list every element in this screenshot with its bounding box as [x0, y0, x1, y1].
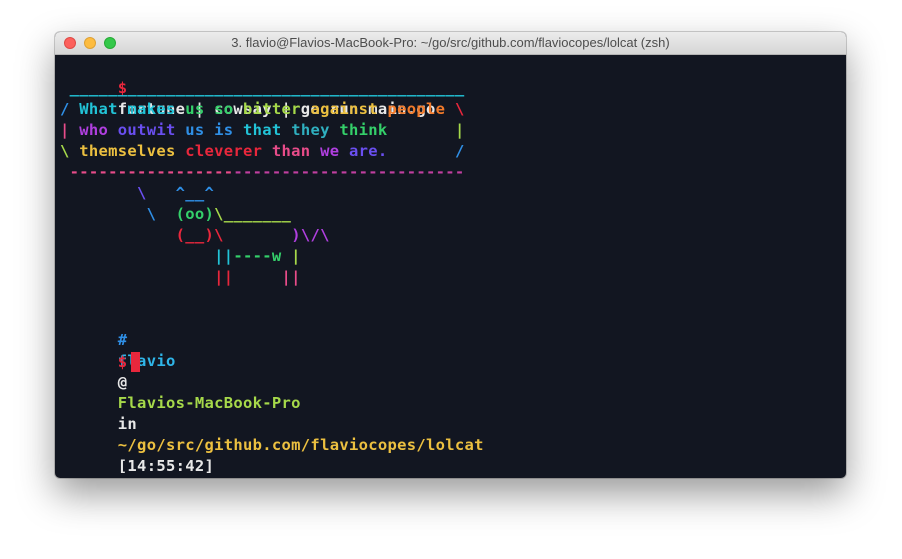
- output-segment: bitter: [243, 100, 311, 118]
- output-segment: that: [243, 121, 292, 139]
- output-segment: outwit: [117, 121, 186, 139]
- terminal-window: 3. flavio@Flavios-MacBook-Pro: ~/go/src/…: [55, 32, 846, 478]
- output-segment: /: [387, 142, 465, 160]
- prompt-host: Flavios-MacBook-Pro: [117, 394, 301, 412]
- prompt-in: in: [117, 415, 138, 433]
- output-segment: \: [60, 205, 176, 223]
- output-segment: (oo): [175, 205, 215, 223]
- terminal-content[interactable]: $ fortune | cowsay | go run main.go ____…: [55, 55, 846, 478]
- output-segment: [60, 79, 70, 97]
- output-segment: cleverer: [185, 142, 272, 160]
- output-segment: ________________________________________…: [69, 79, 465, 97]
- output-segment: than: [271, 142, 321, 160]
- output-segment: themselves: [79, 142, 186, 160]
- output-segment: ------------------------: [233, 163, 465, 181]
- output-segment: [60, 268, 214, 286]
- output-segment: us so: [185, 100, 244, 118]
- output-line: (__)\ )\/\: [60, 225, 330, 246]
- output-segment: [60, 226, 176, 244]
- status-prompt-line: # flavio @ Flavios-MacBook-Pro in ~/go/s…: [60, 309, 484, 475]
- output-line: ________________________________________…: [60, 78, 465, 99]
- output-line: ----------------------------------------…: [60, 162, 465, 183]
- command-line: $ fortune | cowsay | go run main.go: [60, 57, 436, 118]
- output-segment: (__)\: [175, 226, 224, 244]
- input-prompt-dollar: $: [117, 353, 128, 371]
- output-segment: \: [454, 100, 465, 118]
- output-segment: ----w: [233, 247, 292, 265]
- output-segment: think: [339, 121, 388, 139]
- output-segment: ||: [281, 268, 301, 286]
- output-segment: [224, 226, 291, 244]
- output-segment: ||: [214, 268, 234, 286]
- output-segment: [233, 268, 281, 286]
- output-segment: against: [310, 100, 388, 118]
- output-segment: ^__^: [175, 184, 215, 202]
- output-segment: /: [60, 100, 80, 118]
- prompt-at: @: [117, 373, 128, 391]
- output-line: / What makes us so bitter against people…: [60, 99, 465, 120]
- output-segment: \: [60, 142, 80, 160]
- prompt-path: ~/go/src/github.com/flaviocopes/lolcat: [117, 436, 484, 454]
- output-segment: us is: [185, 121, 244, 139]
- output-segment: are.: [348, 142, 388, 160]
- output-segment: |: [387, 121, 465, 139]
- output-segment: we: [320, 142, 349, 160]
- output-segment: -----------------: [60, 163, 234, 181]
- output-segment: What makes: [79, 100, 186, 118]
- output-segment: people: [387, 100, 455, 118]
- output-segment: they: [291, 121, 340, 139]
- output-segment: [60, 247, 214, 265]
- text-cursor: [131, 352, 141, 372]
- output-segment: |: [60, 121, 80, 139]
- output-line: | who outwit us is that they think |: [60, 120, 465, 141]
- output-segment: \_______: [214, 205, 292, 223]
- output-line: \ ^__^: [60, 183, 214, 204]
- input-line[interactable]: $: [60, 331, 141, 372]
- output-segment: )\/\: [291, 226, 330, 244]
- output-segment: |: [291, 247, 301, 265]
- output-line: ||----w |: [60, 246, 301, 267]
- output-segment: \: [60, 184, 176, 202]
- output-segment: who: [79, 121, 118, 139]
- output-line: \ themselves cleverer than we are. /: [60, 141, 465, 162]
- window-title: 3. flavio@Flavios-MacBook-Pro: ~/go/src/…: [231, 35, 670, 50]
- title-bar[interactable]: 3. flavio@Flavios-MacBook-Pro: ~/go/src/…: [55, 32, 846, 55]
- output-line: || ||: [60, 267, 301, 288]
- output-line: \ (oo)\_______: [60, 204, 291, 225]
- prompt-time: [14:55:42]: [117, 457, 215, 475]
- output-segment: ||: [214, 247, 234, 265]
